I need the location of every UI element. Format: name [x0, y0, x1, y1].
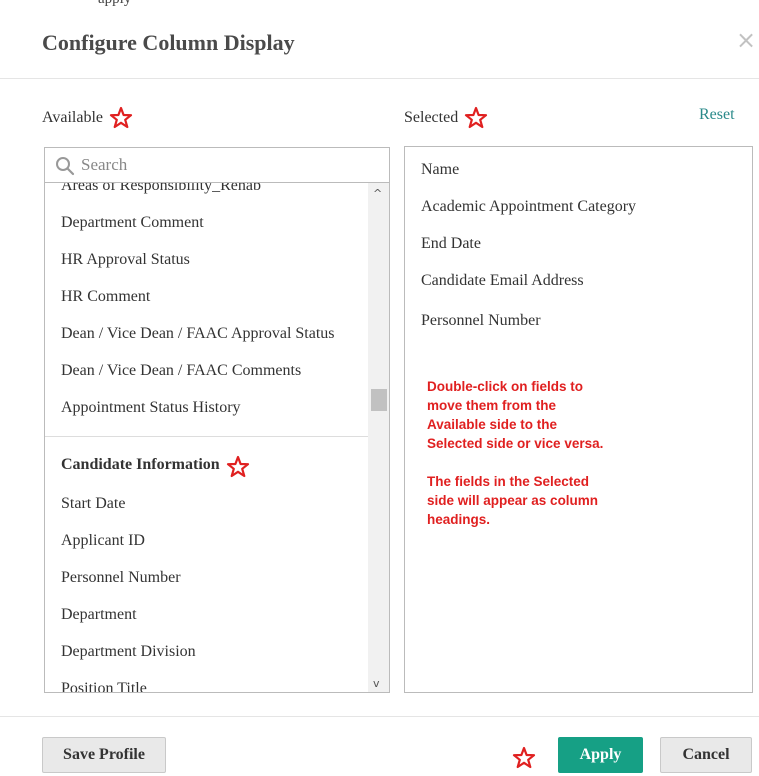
scrollbar-thumb[interactable] [371, 389, 387, 411]
search-icon [55, 156, 75, 181]
list-item[interactable]: Areas of Responsibility_Rehab [45, 183, 368, 204]
list-item[interactable]: Position Title [45, 670, 368, 692]
list-item[interactable]: Department Comment [45, 204, 368, 241]
list-item[interactable]: Start Date [45, 485, 368, 522]
search-field[interactable] [44, 147, 390, 183]
note-line: Available side to the [427, 417, 558, 432]
list-item[interactable]: Personnel Number [421, 312, 541, 330]
available-header: Available [42, 106, 133, 130]
star-outline-icon [512, 746, 536, 775]
list-item[interactable]: HR Comment [45, 278, 368, 315]
scrollbar[interactable]: ^ v [368, 183, 389, 692]
clipped-fragment: apply [98, 0, 131, 8]
note-line: headings. [427, 512, 491, 527]
cancel-button[interactable]: Cancel [660, 737, 752, 773]
selected-list[interactable]: Name Academic Appointment Category End D… [404, 146, 753, 693]
list-item[interactable]: Personnel Number [45, 559, 368, 596]
group-divider [45, 436, 368, 437]
scroll-down-icon[interactable]: v [373, 677, 380, 690]
search-input[interactable] [81, 152, 381, 178]
instruction-note: Double-click on fields to move them from… [427, 377, 603, 529]
header-divider [0, 78, 759, 79]
top-clipped-text: apply [0, 0, 759, 8]
list-item[interactable]: Dean / Vice Dean / FAAC Approval Status [45, 315, 368, 352]
scroll-up-icon[interactable]: ^ [373, 187, 382, 200]
note-line: move them from the [427, 398, 557, 413]
star-outline-icon [109, 106, 133, 130]
apply-button[interactable]: Apply [558, 737, 643, 773]
footer-divider [0, 716, 759, 717]
star-outline-icon [226, 455, 250, 479]
list-item[interactable]: Name [421, 161, 459, 179]
note-line: Selected side or vice versa. [427, 436, 604, 451]
list-item[interactable]: HR Approval Status [45, 241, 368, 278]
selected-header: Selected [404, 106, 488, 130]
group-heading-label: Candidate Information [61, 456, 220, 473]
list-item[interactable]: End Date [421, 235, 481, 253]
available-label: Available [42, 109, 104, 126]
reset-link[interactable]: Reset [699, 106, 735, 124]
group-heading: Candidate Information [45, 445, 368, 485]
list-item[interactable]: Candidate Email Address [421, 272, 584, 290]
list-item[interactable]: Appointment Status History [45, 389, 368, 426]
available-list[interactable]: Areas of Responsibility_Rehab Department… [44, 183, 390, 693]
star-outline-icon [464, 106, 488, 130]
selected-label: Selected [404, 109, 459, 126]
list-item[interactable]: Department [45, 596, 368, 633]
available-list-content: Areas of Responsibility_Rehab Department… [45, 183, 368, 692]
note-line: Double-click on fields to [427, 379, 584, 394]
dialog-title: Configure Column Display [42, 30, 295, 55]
list-item[interactable]: Department Division [45, 633, 368, 670]
save-profile-button[interactable]: Save Profile [42, 737, 166, 773]
note-line [427, 453, 603, 472]
note-line: side will appear as column [427, 493, 599, 508]
list-item[interactable]: Dean / Vice Dean / FAAC Comments [45, 352, 368, 389]
list-item[interactable]: Academic Appointment Category [421, 198, 636, 216]
list-item[interactable]: Applicant ID [45, 522, 368, 559]
close-icon[interactable]: × [736, 28, 756, 52]
note-line: The fields in the Selected [427, 474, 590, 489]
